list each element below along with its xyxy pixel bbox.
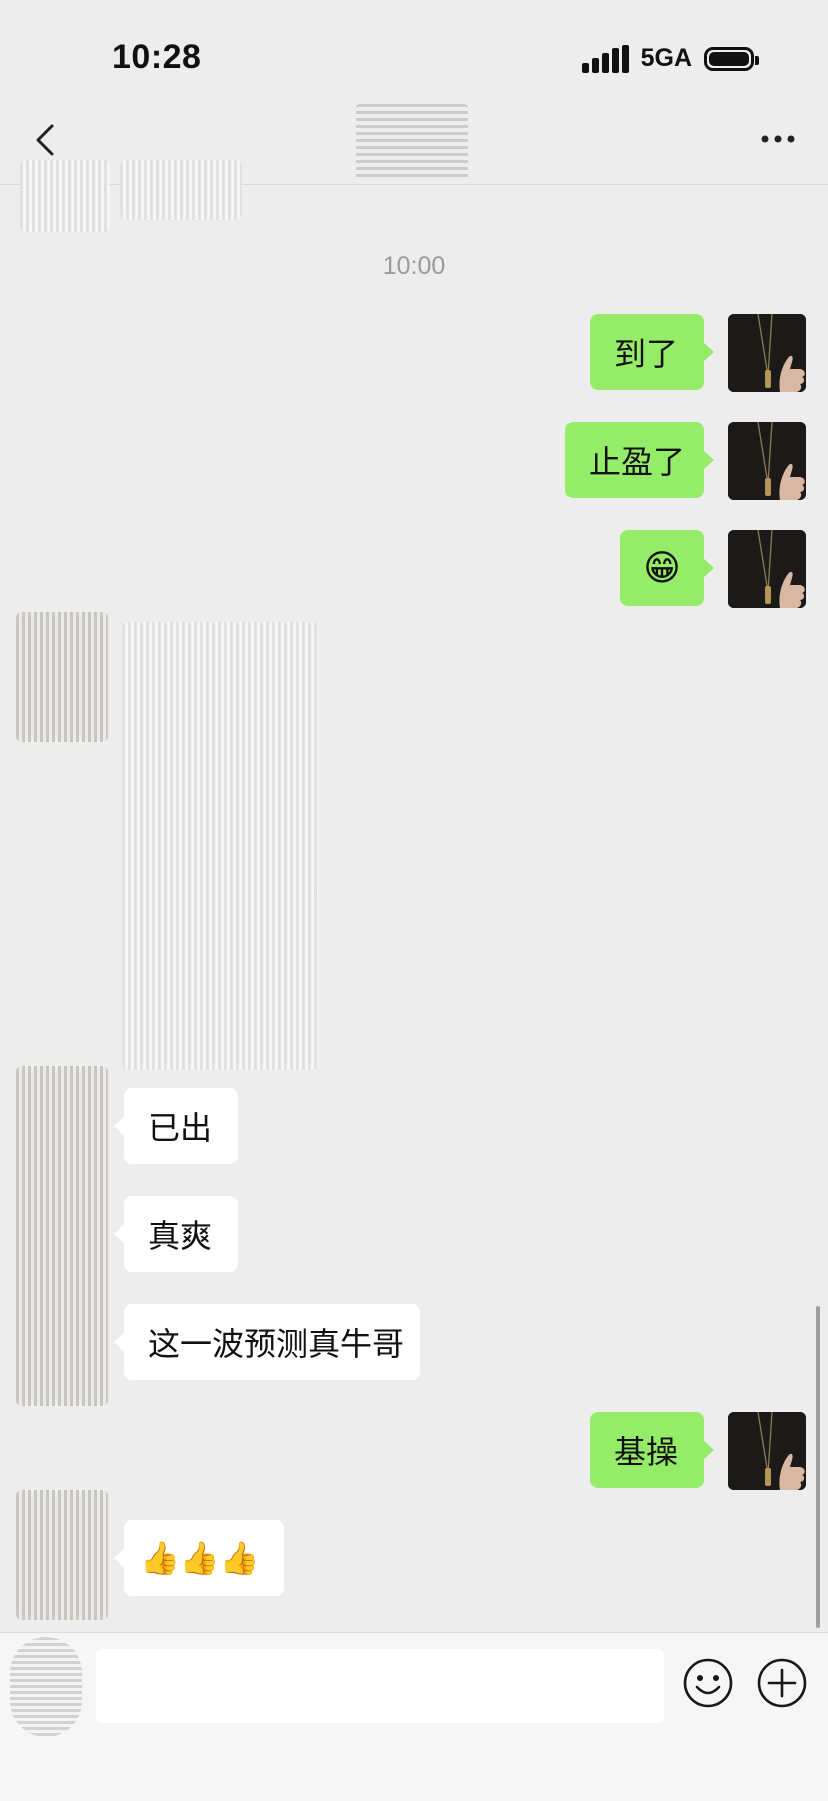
avatar-obscured — [16, 1490, 108, 1620]
image-message-obscured[interactable] — [122, 622, 318, 1070]
network-type: 5GA — [640, 44, 692, 72]
back-icon[interactable] — [26, 120, 66, 160]
scrollbar[interactable] — [816, 1306, 820, 1628]
message-bubble-incoming[interactable]: 已出 — [114, 1088, 238, 1164]
message-bubble-incoming[interactable]: 这一波预测真牛哥 — [114, 1304, 420, 1380]
input-bar — [0, 1632, 828, 1801]
obscured-region — [20, 160, 110, 232]
message-input[interactable] — [96, 1649, 664, 1723]
chat-title-obscured — [356, 104, 468, 180]
voice-toggle-obscured[interactable] — [10, 1637, 82, 1737]
avatar[interactable] — [728, 1412, 806, 1490]
message-bubble-outgoing[interactable]: 到了 — [590, 314, 714, 390]
message-bubble-outgoing[interactable]: 😁 — [620, 530, 714, 606]
message-bubble-incoming[interactable]: 👍👍👍 — [114, 1520, 284, 1596]
status-time: 10:28 — [112, 38, 202, 76]
avatar[interactable] — [728, 530, 806, 608]
battery-icon — [704, 46, 759, 71]
emoji-icon[interactable] — [682, 1657, 734, 1709]
avatar[interactable] — [728, 422, 806, 500]
avatar-obscured — [16, 612, 108, 742]
status-indicators: 5GA — [581, 44, 759, 73]
obscured-region — [120, 160, 242, 220]
avatar-obscured — [16, 1066, 108, 1406]
plus-icon[interactable] — [756, 1657, 808, 1709]
status-bar: 10:28 5GA — [0, 0, 828, 100]
message-bubble-incoming[interactable]: 真爽 — [114, 1196, 238, 1272]
message-bubble-outgoing[interactable]: 基操 — [590, 1412, 714, 1488]
more-icon[interactable] — [758, 124, 798, 154]
chat-timestamp: 10:00 — [382, 252, 446, 280]
message-bubble-outgoing[interactable]: 止盈了 — [565, 422, 714, 498]
signal-icon — [581, 44, 629, 73]
avatar[interactable] — [728, 314, 806, 392]
